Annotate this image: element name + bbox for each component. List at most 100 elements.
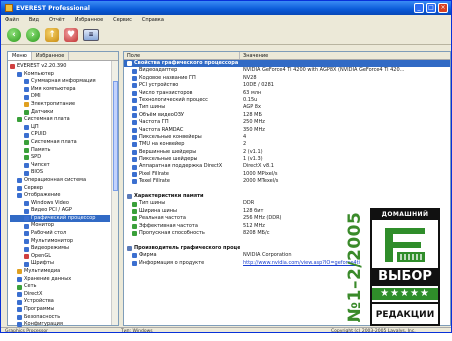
column-field[interactable]: Поле bbox=[124, 52, 240, 59]
tree-node-icon bbox=[17, 178, 22, 184]
tree-item[interactable]: Чипсет bbox=[10, 162, 110, 170]
property-row[interactable]: Вершинные шейдеры 2 (v1.1) bbox=[124, 149, 450, 156]
tree-item[interactable]: EVEREST v2.20.390 bbox=[10, 63, 110, 71]
tree-item[interactable]: Графический процессор bbox=[10, 214, 110, 223]
tree-item[interactable]: Датчики bbox=[10, 109, 110, 117]
tree-item[interactable]: DirectX bbox=[10, 291, 110, 299]
property-field-text: Число транзисторов bbox=[139, 89, 193, 96]
section-header-row[interactable]: Свойства графического процессора bbox=[124, 60, 450, 68]
property-row[interactable]: Объём видеоОЗУ 128 МБ bbox=[124, 112, 450, 119]
tree-node-icon bbox=[17, 299, 22, 305]
property-row[interactable]: Аппаратная поддержка DirectX DirectX v8.1 bbox=[124, 163, 450, 170]
tree-item[interactable]: Монитор bbox=[10, 222, 110, 230]
tree-item[interactable]: Рабочий стол bbox=[10, 230, 110, 238]
award-issue: №1–2/2005 bbox=[344, 208, 366, 326]
tree-item-label: Имя компьютера bbox=[31, 85, 76, 92]
menu-tools[interactable]: Сервис bbox=[113, 17, 132, 23]
property-field-text: Производитель графического процессора bbox=[134, 244, 240, 251]
app-icon bbox=[5, 4, 13, 12]
menu-help[interactable]: Справка bbox=[142, 17, 164, 23]
tree-node-icon bbox=[24, 79, 29, 85]
property-row[interactable]: Кодовое название ГП NV28 bbox=[124, 75, 450, 82]
property-row[interactable]: Технологический процесс 0.15u bbox=[124, 97, 450, 104]
property-field: Объём видеоОЗУ bbox=[124, 112, 240, 119]
tree-item[interactable]: DMI bbox=[10, 93, 110, 101]
property-row[interactable]: Пиксельные конвейеры 4 bbox=[124, 134, 450, 141]
property-icon bbox=[132, 260, 137, 266]
tree-item[interactable]: Хранение данных bbox=[10, 276, 110, 284]
tree-item[interactable]: Мультимонитор bbox=[10, 238, 110, 246]
tree-item[interactable]: Системная плата bbox=[10, 139, 110, 147]
forward-arrow-icon[interactable]: › bbox=[26, 27, 40, 42]
menu-file[interactable]: Файл bbox=[5, 17, 19, 23]
property-icon bbox=[132, 172, 137, 178]
property-row[interactable]: Частота RAMDAC 350 MHz bbox=[124, 127, 450, 134]
property-field-text: Частота RAMDAC bbox=[139, 126, 184, 133]
close-button[interactable]: × bbox=[438, 3, 448, 13]
tree-item[interactable]: SPD bbox=[10, 154, 110, 162]
tree-item[interactable]: Программы bbox=[10, 306, 110, 314]
property-row[interactable]: PCI устройство 10DE / 0281 bbox=[124, 82, 450, 89]
tree-item[interactable]: Операционная система bbox=[10, 177, 110, 185]
property-field: Пропускная способность bbox=[124, 230, 240, 237]
tree-item[interactable]: Устройства bbox=[10, 298, 110, 306]
tree-item[interactable]: Видеорежимы bbox=[10, 245, 110, 253]
tree-node-icon bbox=[17, 71, 22, 77]
tree-item[interactable]: Видео PCI / AGP bbox=[10, 207, 110, 215]
tree-item-label: Мультимедиа bbox=[24, 268, 61, 275]
tree-item[interactable]: Системная плата bbox=[10, 116, 110, 124]
tree-item[interactable]: OpenGL bbox=[10, 253, 110, 261]
tree-item[interactable]: Шрифты bbox=[10, 260, 110, 268]
tree-item[interactable]: Память bbox=[10, 147, 110, 155]
section-header-row[interactable]: Характеристики памяти bbox=[124, 193, 450, 200]
tree-item[interactable]: Компьютер bbox=[10, 71, 110, 79]
property-row[interactable]: Pixel Fillrate 1000 MPixel/s bbox=[124, 171, 450, 178]
tab-menu[interactable]: Меню bbox=[8, 52, 32, 60]
tree-item[interactable]: Имя компьютера bbox=[10, 86, 110, 94]
tree-item[interactable]: Сеть bbox=[10, 283, 110, 291]
tree-item[interactable]: Суммарная информация bbox=[10, 78, 110, 86]
minimize-button[interactable]: _ bbox=[414, 3, 424, 13]
nav-scrollbar-thumb[interactable] bbox=[113, 81, 118, 191]
tree-item[interactable]: Сервер bbox=[10, 185, 110, 193]
tree-item[interactable]: Мультимедиа bbox=[10, 268, 110, 276]
nav-scrollbar[interactable] bbox=[111, 61, 118, 325]
property-row[interactable]: Texel Fillrate 2000 MTexel/s bbox=[124, 178, 450, 185]
tree-item[interactable]: CPUID bbox=[10, 131, 110, 139]
property-row[interactable]: Пиксельные шейдеры 1 (v1.3) bbox=[124, 156, 450, 163]
tree-item[interactable]: ЦП bbox=[10, 124, 110, 132]
tree-item[interactable]: BIOS bbox=[10, 169, 110, 177]
title-bar[interactable]: EVEREST Professional _ □ × bbox=[1, 1, 451, 15]
tree-item[interactable]: Отображение bbox=[10, 192, 110, 200]
property-row[interactable]: Число транзисторов 63 млн bbox=[124, 90, 450, 97]
property-icon bbox=[132, 68, 137, 74]
tree-item[interactable]: Windows Video bbox=[10, 200, 110, 208]
property-field-text: Pixel Fillrate bbox=[139, 170, 169, 177]
navigation-pane: Меню Избранное EVEREST v2.20.390 Компьюте… bbox=[7, 51, 119, 328]
maximize-button[interactable]: □ bbox=[426, 3, 436, 13]
property-value bbox=[240, 186, 450, 193]
tree-item-label: CPUID bbox=[31, 131, 47, 138]
property-row[interactable]: TMU на конвейер 2 bbox=[124, 141, 450, 148]
property-row[interactable] bbox=[124, 186, 450, 193]
section-icon bbox=[127, 61, 132, 67]
property-value: 2 bbox=[243, 141, 247, 148]
tree-item[interactable]: Безопасность bbox=[10, 314, 110, 322]
back-arrow-icon[interactable]: ‹ bbox=[7, 27, 21, 42]
column-value[interactable]: Значение bbox=[240, 52, 450, 59]
tree-item-label: OpenGL bbox=[31, 252, 52, 259]
tab-favorites[interactable]: Избранное bbox=[32, 52, 70, 60]
property-row[interactable]: Тип шины AGP 8x bbox=[124, 104, 450, 111]
property-row[interactable]: Видеоадаптер NVIDIA GeForce4 Ti 4200 with… bbox=[124, 67, 450, 74]
report-icon[interactable]: ≡ bbox=[83, 28, 99, 41]
up-folder-icon[interactable]: ↑ bbox=[45, 27, 59, 42]
tree-item[interactable]: Электропитание bbox=[10, 101, 110, 109]
property-row[interactable]: Частота ГП 250 MHz bbox=[124, 119, 450, 126]
menu-report[interactable]: Отчёт bbox=[49, 17, 65, 23]
menu-view[interactable]: Вид bbox=[29, 17, 39, 23]
menu-favorites[interactable]: Избранное bbox=[75, 17, 103, 23]
tree-item-label: Системная плата bbox=[24, 116, 70, 123]
property-icon bbox=[132, 164, 137, 170]
property-row[interactable]: Тип шины DDR bbox=[124, 200, 450, 207]
favorites-icon[interactable]: ♥ bbox=[64, 27, 78, 42]
